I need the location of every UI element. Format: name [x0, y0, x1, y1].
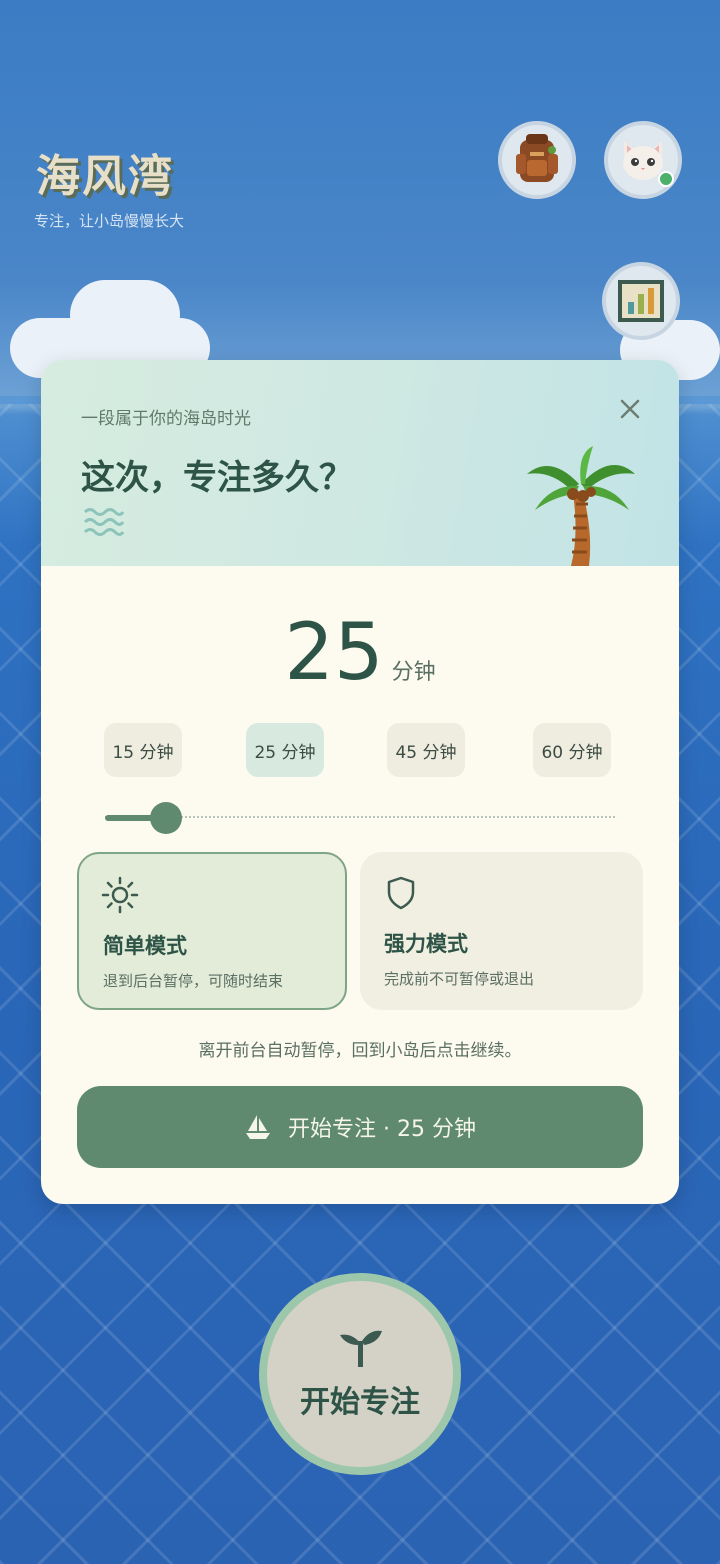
sailboat-icon — [244, 1113, 272, 1141]
duration-value: 25 — [284, 608, 384, 698]
duration-display: 25 分钟 — [41, 608, 679, 698]
app-subtitle: 专注，让小岛慢慢长大 — [34, 212, 185, 230]
modal-eyebrow: 一段属于你的海岛时光 — [81, 409, 251, 429]
strict-mode-desc: 完成前不可暂停或退出 — [384, 970, 535, 988]
avatar-button[interactable] — [604, 121, 682, 199]
sun-icon — [101, 876, 139, 914]
start-focus-fab[interactable]: 开始专注 — [259, 1273, 461, 1475]
duration-slider-thumb[interactable] — [150, 802, 183, 834]
simple-mode-title: 简单模式 — [103, 934, 187, 958]
preset-25-button[interactable]: 25 分钟 — [246, 723, 324, 777]
strict-mode-card[interactable]: 强力模式 完成前不可暂停或退出 — [360, 852, 643, 1010]
palm-tree-icon — [527, 446, 635, 566]
simple-mode-desc: 退到后台暂停，可随时结束 — [103, 972, 284, 990]
fab-label: 开始专注 — [300, 1385, 420, 1420]
strict-mode-title: 强力模式 — [384, 932, 468, 956]
bar-chart-icon — [618, 280, 664, 322]
waves-icon — [83, 508, 125, 536]
backpack-button[interactable] — [498, 121, 576, 199]
modal-headline: 这次，专注多久？ — [81, 458, 353, 498]
app-title: 海风湾 — [36, 151, 174, 202]
preset-15-button[interactable]: 15 分钟 — [104, 723, 182, 777]
stats-button[interactable] — [602, 262, 680, 340]
sprout-icon — [340, 1330, 382, 1367]
modal-header: 一段属于你的海岛时光 这次，专注多久？ — [41, 360, 679, 566]
simple-mode-card[interactable]: 简单模式 退到后台暂停，可随时结束 — [77, 852, 347, 1010]
shield-icon — [387, 876, 415, 910]
start-focus-button[interactable]: 开始专注 · 25 分钟 — [77, 1086, 643, 1168]
start-focus-label: 开始专注 · 25 分钟 — [288, 1117, 476, 1142]
mode-hint: 离开前台自动暂停，回到小岛后点击继续。 — [198, 1041, 522, 1061]
preset-60-button[interactable]: 60 分钟 — [533, 723, 611, 777]
focus-duration-modal: 一段属于你的海岛时光 这次，专注多久？ 25 分钟 15 分钟 25 分钟 45 … — [41, 360, 679, 1204]
close-icon[interactable] — [615, 394, 645, 424]
online-status-dot — [658, 171, 674, 187]
duration-unit: 分钟 — [391, 660, 436, 685]
preset-45-button[interactable]: 45 分钟 — [387, 723, 465, 777]
backpack-icon — [516, 134, 558, 182]
